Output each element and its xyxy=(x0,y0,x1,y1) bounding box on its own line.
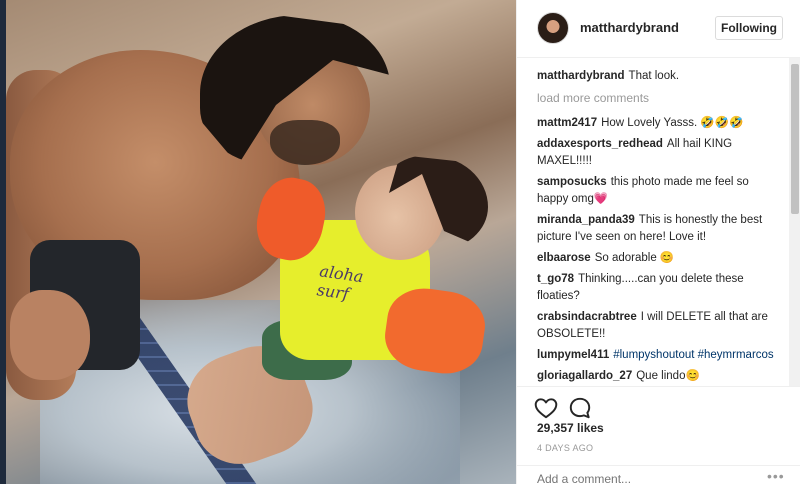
comment-username[interactable]: miranda_panda39 xyxy=(537,214,635,226)
comment-item: lumpymel411 #lumpyshoutout #heymrmarcos xyxy=(537,347,781,364)
caption-text: That look. xyxy=(628,70,680,82)
post-photo[interactable]: aloha surf xyxy=(0,0,516,484)
comment-item: mattm2417 How Lovely Yasss. 🤣🤣🤣 xyxy=(537,115,781,132)
comment-username[interactable]: gloriagallardo_27 xyxy=(537,370,632,382)
scrollbar-thumb[interactable] xyxy=(791,64,799,214)
avatar[interactable] xyxy=(537,12,569,44)
comment-item: addaxesports_redhead All hail KING MAXEL!… xyxy=(537,136,781,170)
comment-item: crabsindacrabtree I will DELETE all that … xyxy=(537,309,781,343)
comment-item: samposucks this photo made me feel so hap… xyxy=(537,174,781,208)
following-button[interactable]: Following xyxy=(715,16,783,40)
header-username[interactable]: matthardybrand xyxy=(580,20,679,35)
comment-username[interactable]: lumpymel411 xyxy=(537,349,609,361)
comment-item: elbaarose So adorable 😊 xyxy=(537,250,781,267)
comment-text: So adorable 😊 xyxy=(594,252,675,264)
post-actions: 29,357 likes 4 DAYS AGO ••• xyxy=(517,386,800,484)
comment-item: gloriagallardo_27 Que lindo😊 xyxy=(537,368,781,385)
comment-hashtags[interactable]: #lumpyshoutout #heymrmarcos xyxy=(613,349,773,361)
more-options-icon[interactable]: ••• xyxy=(767,468,785,484)
caption-username[interactable]: matthardybrand xyxy=(537,70,625,82)
add-comment-row: ••• xyxy=(517,465,800,484)
add-comment-input[interactable] xyxy=(537,472,737,484)
comment-item: t_go78 Thinking.....can you delete these … xyxy=(537,271,781,305)
like-count[interactable]: 29,357 likes xyxy=(537,421,604,435)
load-more-comments-link[interactable]: load more comments xyxy=(537,90,781,107)
comment-username[interactable]: crabsindacrabtree xyxy=(537,311,637,323)
comment-bubble-icon[interactable] xyxy=(567,395,593,421)
caption: matthardybrand That look. xyxy=(537,68,781,85)
post-timestamp[interactable]: 4 DAYS AGO xyxy=(537,443,593,453)
comment-item: miranda_panda39 This is honestly the best… xyxy=(537,212,781,246)
post-side-panel: matthardybrand Following matthardybrand T… xyxy=(516,0,800,484)
comment-username[interactable]: addaxesports_redhead xyxy=(537,138,663,150)
comment-username[interactable]: elbaarose xyxy=(537,252,591,264)
man-hand xyxy=(10,290,90,380)
comment-username[interactable]: mattm2417 xyxy=(537,117,597,129)
heart-icon[interactable] xyxy=(533,395,559,421)
comment-username[interactable]: samposucks xyxy=(537,176,607,188)
comments-list: matthardybrand That look. load more comme… xyxy=(537,68,781,386)
comment-text: How Lovely Yasss. 🤣🤣🤣 xyxy=(601,117,744,129)
comments-scrollbar[interactable] xyxy=(789,58,800,386)
man-beard xyxy=(270,120,340,165)
comment-text: Que lindo😊 xyxy=(636,370,700,382)
comment-username[interactable]: t_go78 xyxy=(537,273,574,285)
post-header: matthardybrand Following xyxy=(517,0,800,58)
